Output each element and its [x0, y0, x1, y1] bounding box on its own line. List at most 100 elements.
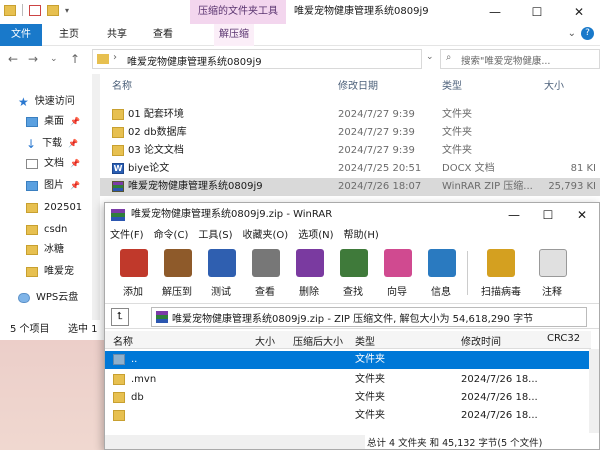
archive-row[interactable]: 文件夹 2024/7/26 18...	[105, 407, 591, 425]
folder-icon	[113, 392, 125, 403]
desktop-icon	[26, 117, 38, 127]
parent-folder-icon	[113, 354, 125, 365]
column-header-name[interactable]: 名称	[112, 74, 132, 100]
column-header-crc[interactable]: CRC32	[547, 333, 580, 344]
maximize-button[interactable]: ☐	[516, 0, 558, 24]
scan-virus-button[interactable]: 扫描病毒	[472, 245, 530, 301]
folder-icon[interactable]	[4, 4, 16, 16]
column-header-size[interactable]: 大小	[255, 333, 275, 348]
minimize-button[interactable]: —	[497, 203, 531, 227]
column-header-size[interactable]: 大小	[544, 74, 564, 100]
tab-file[interactable]: 文件	[0, 24, 42, 46]
extract-to-button[interactable]: 解压到	[155, 245, 199, 301]
file-size: 81 KI	[570, 163, 596, 174]
sidebar-scrollbar[interactable]	[92, 74, 100, 320]
file-type: 文件夹	[442, 127, 472, 138]
navigation-pane: ★ 快速访问 桌面 📌 ↓ 下载 📌 文档 📌 图片 📌 202501 csdn…	[0, 74, 100, 320]
address-dropdown-icon[interactable]: ⌄	[426, 52, 434, 62]
sidebar-item-pictures[interactable]: 图片 📌	[26, 176, 80, 196]
search-placeholder: 搜索"唯爱宠物健康...	[461, 56, 551, 67]
menu-favorites[interactable]: 收藏夹(O)	[238, 227, 294, 245]
column-header-modified[interactable]: 修改时间	[461, 333, 501, 348]
archive-row-selected[interactable]: .. 文件夹	[105, 351, 591, 369]
close-button[interactable]: ✕	[565, 203, 599, 227]
chevron-right-icon[interactable]: ›	[113, 52, 117, 63]
test-button[interactable]: 测试	[199, 245, 243, 301]
archive-item-name: .mvn	[131, 374, 157, 385]
tab-extract[interactable]: 解压缩	[214, 24, 254, 46]
menu-file[interactable]: 文件(F)	[105, 227, 149, 245]
folder-icon	[113, 374, 125, 385]
find-button[interactable]: 查找	[331, 245, 375, 301]
archive-vertical-scrollbar[interactable]	[589, 349, 599, 433]
back-arrow-icon[interactable]: ←	[8, 52, 18, 66]
column-header-packed-size[interactable]: 压缩后大小	[293, 333, 343, 348]
help-icon[interactable]: ?	[581, 27, 594, 40]
file-row-selected[interactable]: 唯爱宠物健康管理系统0809j9 2024/7/26 18:07 WinRAR …	[100, 178, 600, 196]
column-header-date[interactable]: 修改日期	[338, 74, 378, 100]
archive-path-box[interactable]: 唯爱宠物健康管理系统0809j9.zip - ZIP 压缩文件, 解包大小为 5…	[151, 307, 587, 327]
minimize-button[interactable]: —	[474, 0, 516, 24]
sidebar-item-quick-access[interactable]: ★ 快速访问	[18, 92, 75, 112]
add-button[interactable]: 添加	[111, 245, 155, 301]
archive-row[interactable]: db 文件夹 2024/7/26 18...	[105, 389, 591, 407]
up-arrow-icon[interactable]: ↑	[70, 52, 80, 66]
sidebar-item-folder[interactable]: 冰糖	[26, 240, 64, 260]
sidebar-item-label: 图片	[44, 180, 64, 191]
sidebar-item-folder[interactable]: csdn	[26, 220, 67, 240]
maximize-button[interactable]: ☐	[531, 203, 565, 227]
info-button[interactable]: 信息	[419, 245, 463, 301]
new-folder-icon[interactable]	[47, 4, 59, 16]
ribbon-expand-icon[interactable]: ⌄	[568, 28, 576, 39]
wizard-button[interactable]: 向导	[375, 245, 419, 301]
tab-home[interactable]: 主页	[56, 24, 82, 46]
recent-dropdown-icon[interactable]: ⌄	[50, 54, 58, 64]
file-row[interactable]: W biye论文 2024/7/25 20:51 DOCX 文档 81 KI	[100, 160, 600, 178]
properties-icon[interactable]	[29, 4, 41, 16]
comment-button[interactable]: 注释	[530, 245, 574, 301]
sidebar-item-documents[interactable]: 文档 📌	[26, 154, 80, 174]
archive-row[interactable]: .mvn 文件夹 2024/7/26 18...	[105, 371, 591, 389]
address-box[interactable]: › 唯爱宠物健康管理系统0809j9	[92, 49, 422, 69]
sidebar-item-desktop[interactable]: 桌面 📌	[26, 112, 80, 132]
file-row[interactable]: 02 db数据库 2024/7/27 9:39 文件夹	[100, 124, 600, 142]
pin-icon: 📌	[70, 181, 80, 190]
sidebar-item-wps-cloud[interactable]: WPS云盘	[18, 288, 78, 308]
delete-button[interactable]: 删除	[287, 245, 331, 301]
column-header-name[interactable]: 名称	[113, 333, 133, 348]
tool-label: 扫描病毒	[481, 287, 521, 298]
tool-label: 删除	[299, 287, 319, 298]
column-header-type[interactable]: 类型	[355, 333, 375, 348]
archive-item-type: 文件夹	[355, 392, 385, 403]
tab-view[interactable]: 查看	[150, 24, 176, 46]
sidebar-item-label: 下载	[42, 138, 63, 149]
winrar-menu-bar: 文件(F) 命令(C) 工具(S) 收藏夹(O) 选项(N) 帮助(H)	[105, 227, 599, 245]
wizard-icon	[384, 249, 412, 277]
menu-commands[interactable]: 命令(C)	[149, 227, 194, 245]
sidebar-item-downloads[interactable]: ↓ 下载 📌	[26, 134, 78, 154]
file-row[interactable]: 03 论文文档 2024/7/27 9:39 文件夹	[100, 142, 600, 160]
picture-icon	[26, 181, 38, 191]
view-button[interactable]: 查看	[243, 245, 287, 301]
menu-options[interactable]: 选项(N)	[293, 227, 338, 245]
sidebar-item-folder[interactable]: 唯爱宠	[26, 262, 74, 282]
search-icon: ⌕	[446, 52, 452, 63]
archive-horizontal-scrollbar[interactable]	[105, 435, 365, 449]
up-folder-button[interactable]: ⮤	[111, 308, 129, 326]
file-name: biye论文	[128, 163, 170, 174]
column-header-type[interactable]: 类型	[442, 74, 462, 100]
folder-icon	[26, 225, 38, 235]
tool-label: 查找	[343, 287, 363, 298]
search-input[interactable]: ⌕ 搜索"唯爱宠物健康...	[440, 49, 600, 69]
zip-icon	[156, 311, 168, 323]
file-date: 2024/7/27 9:39	[338, 145, 415, 156]
sidebar-item-folder[interactable]: 202501	[26, 198, 82, 218]
file-row[interactable]: 01 配套环境 2024/7/27 9:39 文件夹	[100, 106, 600, 124]
menu-help[interactable]: 帮助(H)	[339, 227, 384, 245]
dropdown-icon[interactable]: ▾	[65, 6, 69, 15]
add-archive-icon	[120, 249, 148, 277]
close-button[interactable]: ✕	[558, 0, 600, 24]
forward-arrow-icon[interactable]: →	[28, 52, 38, 66]
tab-share[interactable]: 共享	[104, 24, 130, 46]
menu-tools[interactable]: 工具(S)	[193, 227, 237, 245]
